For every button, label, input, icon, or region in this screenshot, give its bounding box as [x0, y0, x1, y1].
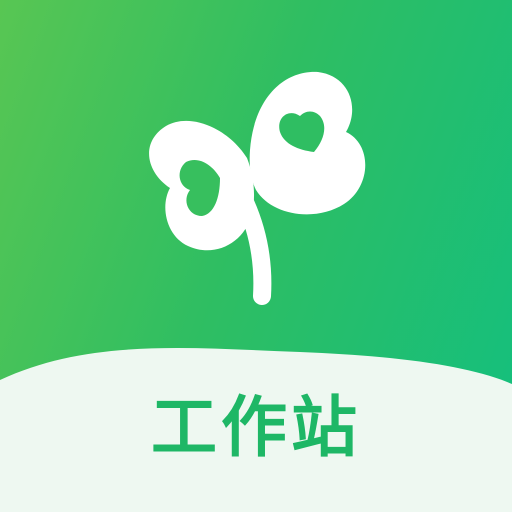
app-icon[interactable]: 工作站	[0, 0, 512, 512]
app-label: 工作站	[151, 389, 361, 466]
